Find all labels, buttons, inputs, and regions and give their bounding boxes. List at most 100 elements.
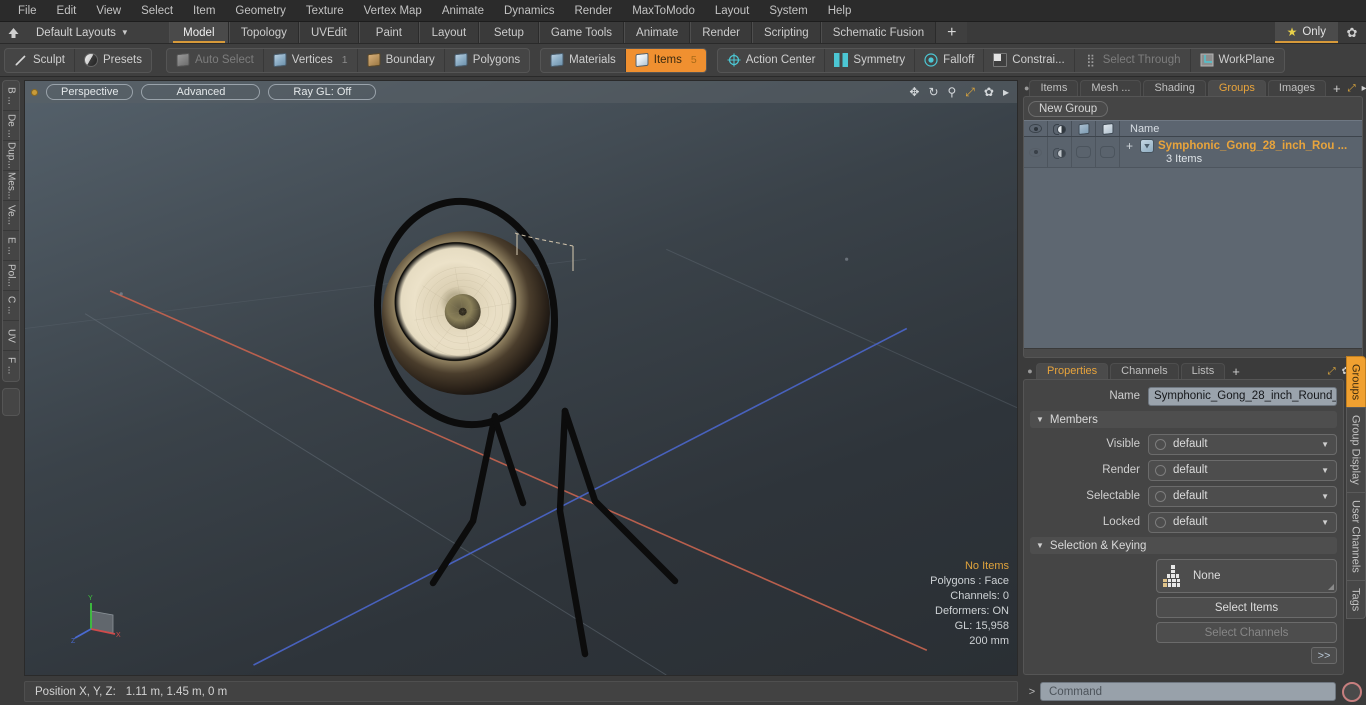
layout-tab-topology[interactable]: Topology: [228, 22, 299, 43]
left-tab-basic[interactable]: B ...: [3, 81, 19, 111]
tab-lists[interactable]: Lists: [1180, 363, 1226, 379]
expand-row-icon[interactable]: +: [1126, 139, 1136, 153]
home-icon[interactable]: [0, 22, 26, 43]
gear-icon[interactable]: ✿: [1338, 22, 1366, 43]
expand-icon[interactable]: ⤢: [1328, 366, 1336, 377]
workplane-button[interactable]: WorkPlane: [1191, 49, 1284, 72]
left-tab-fusion[interactable]: F ...: [3, 351, 19, 381]
row-visible-toggle[interactable]: [1024, 137, 1048, 167]
render-dropdown[interactable]: default ▼: [1148, 459, 1337, 481]
left-tab-curve[interactable]: C ...: [3, 291, 19, 321]
left-tab-extra[interactable]: [3, 389, 19, 415]
rotate-icon[interactable]: ↻: [928, 85, 938, 99]
menu-item-animate[interactable]: Animate: [432, 1, 494, 21]
menu-item-view[interactable]: View: [86, 1, 131, 21]
layout-tab-render[interactable]: Render: [690, 22, 752, 43]
layout-tab-uvedit[interactable]: UVEdit: [298, 22, 359, 43]
viewport-projection-button[interactable]: Perspective: [46, 84, 134, 100]
falloff-button[interactable]: Falloff: [915, 48, 985, 72]
add-properties-tab-button[interactable]: +: [1227, 364, 1245, 379]
more-options-button[interactable]: >>: [1311, 647, 1337, 664]
properties-menu-icon[interactable]: ●: [1024, 366, 1036, 379]
key-preset-box[interactable]: None: [1156, 559, 1337, 593]
auto-select-button[interactable]: Auto Select: [167, 48, 264, 72]
layout-tab-model[interactable]: Model: [168, 22, 229, 43]
menu-item-render[interactable]: Render: [564, 1, 622, 21]
row-name-cell[interactable]: + Symphonic_Gong_28_inch_Rou ... 3 Items: [1120, 137, 1362, 167]
menu-item-geometry[interactable]: Geometry: [225, 1, 296, 21]
channel-dot-icon[interactable]: [1155, 464, 1166, 476]
name-field[interactable]: Symphonic_Gong_28_inch_Round_Sta: [1148, 386, 1337, 406]
select-through-button[interactable]: ⣿ Select Through: [1075, 48, 1191, 72]
tab-images[interactable]: Images: [1267, 80, 1326, 96]
select-items-button[interactable]: Select Items: [1156, 597, 1337, 618]
tab-mesh[interactable]: Mesh ...: [1080, 80, 1142, 96]
fit-icon[interactable]: ⤢: [965, 85, 975, 100]
add-tab-button[interactable]: +: [1328, 81, 1346, 96]
move-icon[interactable]: ✥: [909, 85, 919, 99]
left-tab-duplicate[interactable]: Dup...: [3, 141, 19, 171]
rvtab-group-display[interactable]: Group Display: [1345, 407, 1366, 492]
channel-dot-icon[interactable]: [1155, 516, 1166, 528]
left-tab-edge[interactable]: E ...: [3, 231, 19, 261]
viewport-3d[interactable]: Perspective Advanced Ray GL: Off ✥ ↻ ⚲ ⤢…: [24, 80, 1018, 676]
column-render-icon[interactable]: [1048, 121, 1072, 136]
tab-groups[interactable]: Groups: [1207, 80, 1266, 96]
menu-item-layout[interactable]: Layout: [705, 1, 760, 21]
menu-item-edit[interactable]: Edit: [47, 1, 87, 21]
row-render-toggle[interactable]: [1048, 137, 1072, 167]
viewport-raygl-button[interactable]: Ray GL: Off: [268, 84, 377, 100]
locked-dropdown[interactable]: default ▼: [1148, 511, 1337, 533]
symmetry-button[interactable]: Symmetry: [825, 48, 916, 72]
viewport-shading-button[interactable]: Advanced: [141, 84, 261, 100]
table-row[interactable]: + Symphonic_Gong_28_inch_Rou ... 3 Items: [1024, 137, 1362, 168]
menu-item-dynamics[interactable]: Dynamics: [494, 1, 564, 21]
left-tab-vertex[interactable]: Ve...: [3, 201, 19, 231]
layout-tab-layout[interactable]: Layout: [418, 22, 479, 43]
default-layouts-dropdown[interactable]: Default Layouts ▼: [26, 22, 139, 43]
menu-item-vertex-map[interactable]: Vertex Map: [354, 1, 432, 21]
channel-dot-icon[interactable]: [1155, 490, 1166, 502]
record-icon[interactable]: [1342, 681, 1362, 702]
menu-item-system[interactable]: System: [759, 1, 817, 21]
layout-tab-scripting[interactable]: Scripting: [751, 22, 821, 43]
action-center-button[interactable]: Action Center: [718, 48, 826, 72]
left-tab-polygon[interactable]: Pol...: [3, 261, 19, 291]
add-layout-tab-button[interactable]: +: [936, 22, 967, 43]
menu-item-select[interactable]: Select: [131, 1, 183, 21]
constraint-button[interactable]: Constrai...: [984, 48, 1075, 72]
gear-icon[interactable]: ✿: [984, 85, 994, 99]
column-lock-icon[interactable]: [1096, 121, 1120, 136]
items-button[interactable]: Items 5: [625, 48, 706, 72]
rvtab-groups[interactable]: Groups: [1345, 356, 1366, 408]
viewport-dot-icon[interactable]: [31, 88, 38, 96]
selectable-dropdown[interactable]: default ▼: [1148, 485, 1337, 507]
menu-item-maxtomodo[interactable]: MaxToModo: [622, 1, 705, 21]
tab-channels[interactable]: Channels: [1110, 363, 1179, 379]
layout-tab-paint[interactable]: Paint: [358, 22, 419, 43]
left-tab-deform[interactable]: De ...: [3, 111, 19, 141]
row-lock-toggle[interactable]: [1096, 137, 1120, 167]
layout-tab-schematic-fusion[interactable]: Schematic Fusion: [820, 22, 937, 43]
left-tab-uv[interactable]: UV: [3, 321, 19, 351]
polygons-button[interactable]: Polygons: [445, 49, 529, 72]
column-eye-icon[interactable]: [1024, 121, 1048, 136]
boundary-button[interactable]: Boundary: [358, 48, 445, 72]
new-group-button[interactable]: New Group: [1028, 101, 1109, 117]
horizontal-scrollbar[interactable]: [1024, 348, 1362, 357]
only-toggle-button[interactable]: ★ Only: [1274, 22, 1338, 43]
menu-item-item[interactable]: Item: [183, 1, 225, 21]
chevron-right-icon[interactable]: ▸: [1003, 85, 1009, 99]
rvtab-tags[interactable]: Tags: [1345, 579, 1366, 619]
menu-item-file[interactable]: File: [8, 1, 47, 21]
materials-button[interactable]: Materials: [541, 48, 626, 72]
selection-keying-section-header[interactable]: ▼ Selection & Keying: [1030, 537, 1337, 554]
rvtab-user-channels[interactable]: User Channels: [1345, 491, 1366, 580]
zoom-icon[interactable]: ⚲: [948, 85, 957, 99]
expand-icon[interactable]: ⤢: [1348, 83, 1356, 94]
sculpt-button[interactable]: Sculpt: [5, 48, 75, 72]
layout-tab-animate[interactable]: Animate: [624, 22, 691, 43]
layout-tab-setup[interactable]: Setup: [478, 22, 539, 43]
left-tab-mesh[interactable]: Mes...: [3, 171, 19, 201]
tab-properties[interactable]: Properties: [1036, 363, 1109, 379]
